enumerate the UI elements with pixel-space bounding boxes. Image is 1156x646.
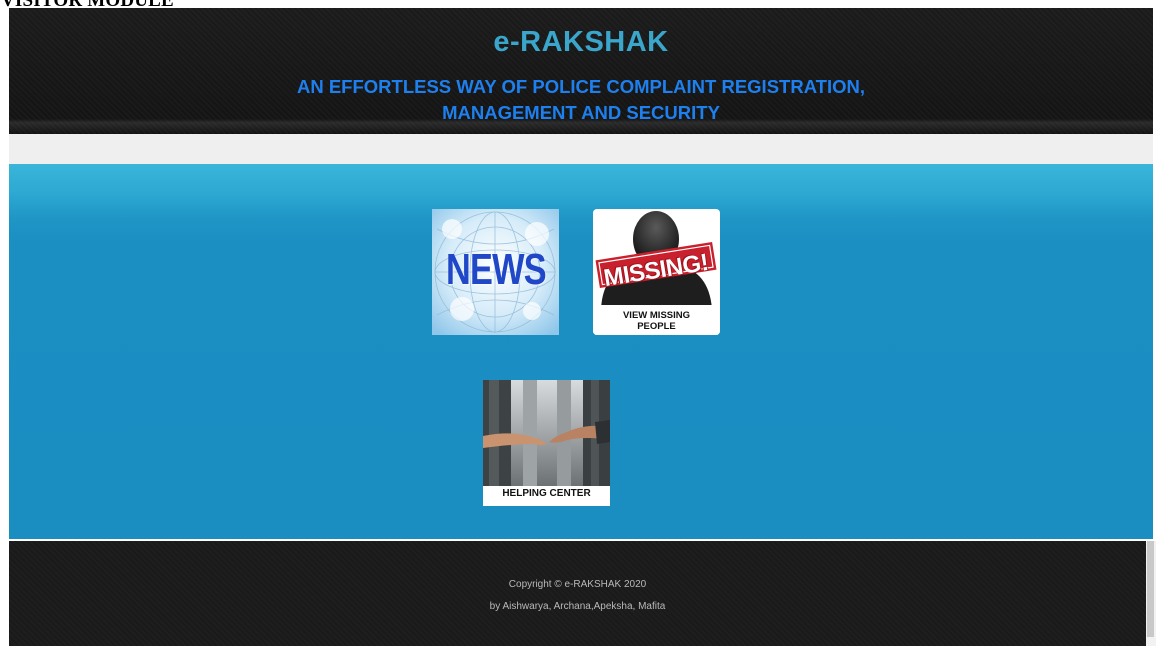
- tagline-line-1: AN EFFORTLESS WAY OF POLICE COMPLAINT RE…: [296, 76, 866, 97]
- footer-copyright: Copyright © e-RAKSHAK 2020: [508, 579, 647, 590]
- helping-center-tile[interactable]: HELPING CENTER: [483, 380, 610, 506]
- missing-caption: VIEW MISSING PEOPLE: [593, 310, 720, 332]
- missing-caption-line-1: VIEW MISSING: [622, 310, 691, 321]
- nav-spacer-bar: [9, 134, 1153, 164]
- scrollbar-thumb[interactable]: [1147, 541, 1154, 637]
- helping-center-caption: HELPING CENTER: [502, 488, 591, 499]
- site-footer: Copyright © e-RAKSHAK 2020 by Aishwarya,…: [9, 541, 1146, 646]
- tagline-line-2: MANAGEMENT AND SECURITY: [442, 102, 720, 123]
- site-header: e-RAKSHAK AN EFFORTLESS WAY OF POLICE CO…: [9, 8, 1153, 134]
- footer-authors: by Aishwarya, Archana,Apeksha, Mafita: [489, 601, 666, 612]
- site-tagline: AN EFFORTLESS WAY OF POLICE COMPLAINT RE…: [9, 74, 1153, 126]
- news-tile[interactable]: NEWS: [432, 209, 559, 335]
- site-brand: e-RAKSHAK: [493, 26, 669, 58]
- view-missing-people-tile[interactable]: MISSING! VIEW MISSING PEOPLE: [593, 209, 720, 335]
- missing-caption-line-2: PEOPLE: [637, 321, 676, 332]
- main-content: NEWS MISSING! VIEW MISSING PEOPLE HELPIN…: [9, 164, 1153, 539]
- news-label: NEWS: [445, 245, 547, 294]
- vertical-scrollbar[interactable]: [1146, 541, 1156, 646]
